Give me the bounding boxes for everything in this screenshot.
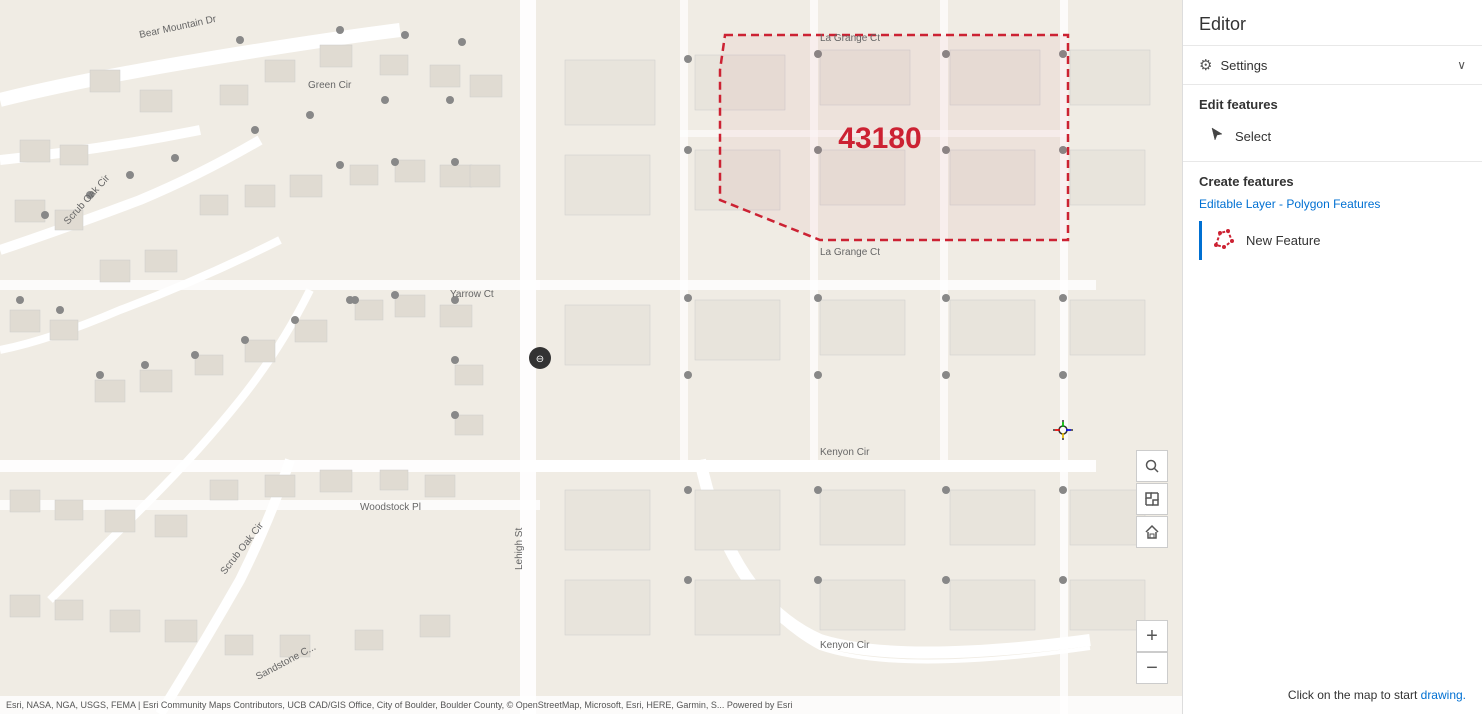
zoom-out-button[interactable]: − — [1136, 652, 1168, 684]
map-area[interactable]: Bear Mountain Dr Green Cir Scrub Oak Cir… — [0, 0, 1182, 714]
map-controls — [1136, 450, 1168, 548]
svg-text:⊖: ⊖ — [536, 354, 544, 365]
zoom-controls: + − — [1136, 620, 1168, 684]
fullscreen-button[interactable] — [1136, 483, 1168, 515]
svg-text:43180: 43180 — [838, 122, 921, 155]
search-map-button[interactable] — [1136, 450, 1168, 482]
select-label: Select — [1235, 129, 1271, 144]
select-tool-row[interactable]: Select — [1199, 120, 1466, 153]
layer-title: Editable Layer - Polygon Features — [1199, 197, 1466, 211]
settings-label: Settings — [1220, 58, 1267, 73]
polygon-draw-icon — [1212, 227, 1236, 254]
create-features-section: Create features Editable Layer - Polygon… — [1183, 161, 1482, 268]
settings-row[interactable]: ⚙ Settings ∨ — [1183, 46, 1482, 85]
svg-text:Green Cir: Green Cir — [308, 80, 352, 91]
svg-text:La Grange Ct: La Grange Ct — [820, 247, 880, 258]
svg-text:Kenyon Cir: Kenyon Cir — [820, 640, 870, 651]
zoom-in-button[interactable]: + — [1136, 620, 1168, 652]
home-button[interactable] — [1136, 516, 1168, 548]
cursor-icon — [1209, 126, 1225, 147]
sidebar-footer: Click on the map to start drawing. — [0, 688, 1482, 702]
editor-sidebar: Editor ⚙ Settings ∨ Edit features Select… — [1182, 0, 1482, 714]
svg-text:La Grange Ct: La Grange Ct — [820, 33, 880, 44]
sidebar-header: Editor — [1183, 0, 1482, 46]
map-svg: Bear Mountain Dr Green Cir Scrub Oak Cir… — [0, 0, 1182, 714]
svg-text:Kenyon Cir: Kenyon Cir — [820, 447, 870, 458]
edit-features-title: Edit features — [1199, 97, 1466, 112]
new-feature-label: New Feature — [1246, 233, 1320, 248]
edit-features-section: Edit features Select — [1183, 85, 1482, 161]
chevron-down-icon: ∨ — [1457, 58, 1466, 72]
footer-text: Click on the map to start drawing. — [1288, 688, 1466, 702]
new-feature-row[interactable]: New Feature — [1199, 221, 1466, 260]
settings-left: ⚙ Settings — [1199, 56, 1267, 74]
create-features-title: Create features — [1199, 174, 1466, 189]
svg-text:Woodstock Pl: Woodstock Pl — [360, 502, 421, 513]
svg-text:Yarrow Ct: Yarrow Ct — [450, 289, 494, 300]
editor-title: Editor — [1199, 14, 1246, 34]
gear-icon: ⚙ — [1199, 56, 1212, 74]
svg-text:Lehigh St: Lehigh St — [514, 528, 525, 570]
